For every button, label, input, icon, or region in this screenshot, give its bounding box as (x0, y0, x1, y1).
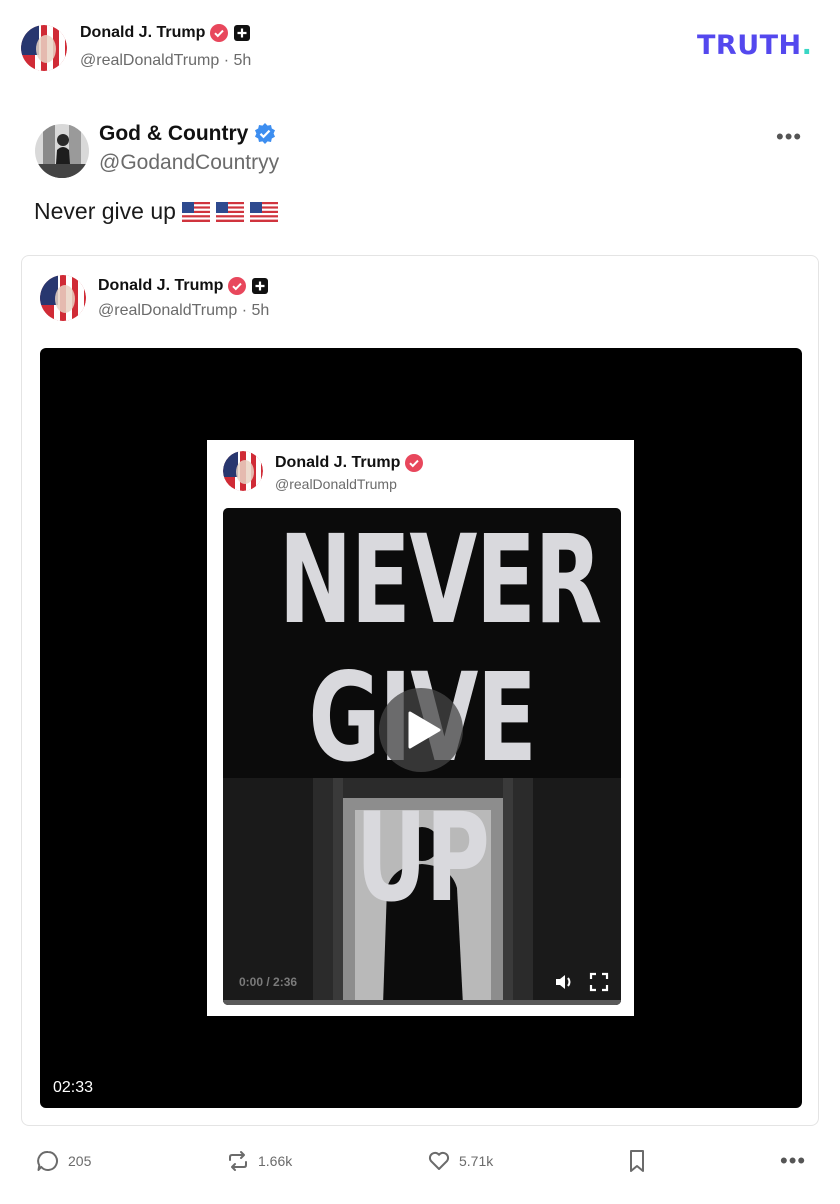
plus-badge-icon (234, 25, 251, 41)
video-frame-name: Donald J. Trump (275, 454, 401, 471)
quoted-post-card[interactable]: Donald J. Trump @realDonaldTrump · 5h Do… (21, 255, 819, 1126)
quoted-card-handle[interactable]: @realDonaldTrump (98, 302, 237, 319)
video-frame-timestamp: 0:00 / 2:36 (239, 975, 298, 989)
fullscreen-icon[interactable] (589, 972, 609, 992)
video-frame-avatar (223, 451, 263, 491)
video-headline-line1: NEVER (278, 509, 602, 651)
plus-badge-icon (252, 278, 269, 294)
bookmark-button[interactable] (626, 1149, 648, 1173)
retruth-count: 1.66k (258, 1153, 293, 1169)
godandcountry-avatar[interactable] (35, 124, 89, 178)
video-duration: 02:33 (53, 1079, 94, 1096)
like-button[interactable]: 5.71k (427, 1149, 493, 1173)
truth-logo[interactable]: TRUTH. (697, 30, 812, 61)
reply-button[interactable]: 205 (36, 1149, 91, 1173)
video-frame-content: NEVER GIVE UP 0:00 / 2:36 (223, 508, 621, 1005)
quoted-card-avatar[interactable] (40, 275, 86, 321)
quoted-card-name[interactable]: Donald J. Trump (98, 277, 223, 295)
quoted-author-name[interactable]: God & Country (99, 122, 248, 146)
play-icon (408, 711, 441, 749)
comment-icon (37, 1150, 58, 1171)
video-frame-handle: @realDonaldTrump (275, 476, 397, 492)
verified-badge-icon (210, 24, 229, 42)
us-flag-icon (181, 201, 210, 222)
post-time: · 5h (223, 52, 252, 69)
quoted-card-time: · 5h (241, 302, 270, 319)
post-text: Never give up (34, 198, 176, 224)
heart-icon (428, 1151, 450, 1170)
more-options-icon[interactable]: ••• (776, 124, 802, 150)
us-flag-icon (249, 201, 278, 222)
video-progress-bar (223, 1000, 621, 1005)
bookmark-icon (630, 1150, 644, 1172)
verified-badge-icon (228, 277, 247, 295)
author-handle[interactable]: @realDonaldTrump (80, 52, 219, 69)
like-count: 5.71k (459, 1153, 494, 1169)
verified-badge-icon (255, 123, 276, 144)
video-player[interactable]: Donald J. Trump @realDonaldTrump NEVER G… (40, 348, 802, 1108)
repost-icon (229, 1151, 247, 1171)
quoted-author-handle[interactable]: @GodandCountryy (99, 151, 279, 175)
retruth-button[interactable]: 1.66k (226, 1149, 292, 1173)
verified-badge-icon (405, 454, 424, 472)
author-name[interactable]: Donald J. Trump (80, 24, 205, 42)
video-frame-card: Donald J. Trump @realDonaldTrump NEVER G… (207, 440, 634, 1016)
more-actions-icon[interactable]: ••• (780, 1148, 806, 1174)
us-flag-icon (215, 201, 244, 222)
reply-count: 205 (68, 1153, 92, 1169)
author-avatar[interactable] (21, 25, 67, 71)
play-button[interactable] (379, 688, 463, 772)
volume-icon[interactable] (554, 972, 576, 992)
